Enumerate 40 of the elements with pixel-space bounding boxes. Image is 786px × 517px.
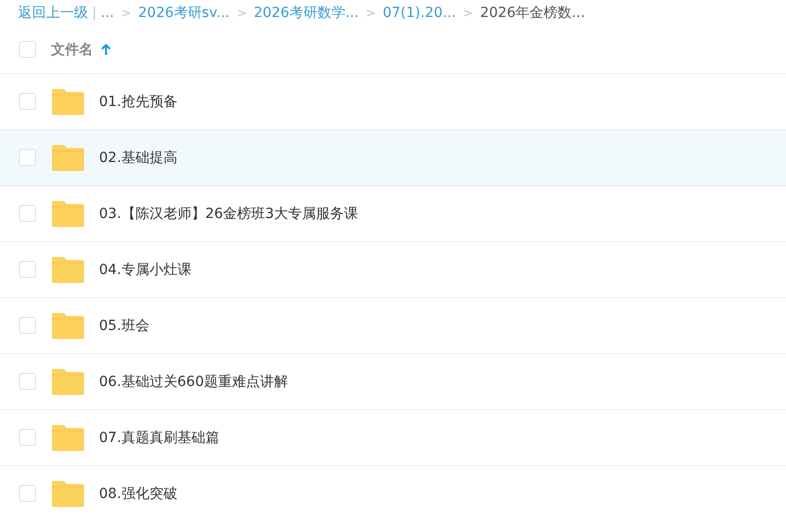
breadcrumb-separator: > bbox=[236, 6, 247, 20]
folder-name[interactable]: 07.真题真刷基础篇 bbox=[99, 428, 220, 446]
folder-icon bbox=[51, 200, 85, 227]
folder-icon bbox=[51, 256, 85, 283]
breadcrumb-separator: > bbox=[366, 6, 376, 20]
breadcrumb-separator: > bbox=[121, 6, 132, 20]
folder-icon bbox=[51, 368, 85, 395]
checkbox[interactable] bbox=[19, 429, 36, 446]
checkbox[interactable] bbox=[19, 485, 36, 502]
folder-name[interactable]: 06.基础过关660题重难点讲解 bbox=[99, 372, 288, 390]
checkbox[interactable] bbox=[19, 261, 36, 278]
folder-name[interactable]: 08.强化突破 bbox=[99, 484, 178, 502]
arrow-up-icon[interactable] bbox=[101, 44, 111, 56]
file-row[interactable]: 06.基础过关660题重难点讲解 bbox=[0, 354, 786, 410]
file-row[interactable]: 03.【陈汉老师】26金榜班3大专属服务课 bbox=[0, 186, 786, 242]
folder-icon bbox=[51, 312, 85, 339]
folder-name[interactable]: 02.基础提高 bbox=[99, 148, 178, 166]
breadcrumb-separator: > bbox=[463, 6, 474, 20]
folder-name[interactable]: 04.专属小灶课 bbox=[99, 260, 192, 278]
checkbox[interactable] bbox=[19, 205, 36, 222]
file-row[interactable]: 04.专属小灶课 bbox=[0, 242, 786, 298]
folder-icon bbox=[51, 88, 85, 115]
folder-name[interactable]: 05.班会 bbox=[99, 316, 150, 334]
file-row[interactable]: 07.真题真刷基础篇 bbox=[0, 410, 786, 466]
folder-icon bbox=[51, 424, 85, 451]
checkbox[interactable] bbox=[19, 41, 36, 58]
file-row[interactable]: 05.班会 bbox=[0, 298, 786, 354]
file-row[interactable]: 02.基础提高 bbox=[0, 130, 786, 186]
breadcrumb-divider: | bbox=[92, 5, 97, 21]
breadcrumb-current: 2026年金榜数... bbox=[480, 4, 586, 22]
file-row[interactable]: 08.强化突破 bbox=[0, 466, 786, 517]
column-header[interactable]: 文件名 bbox=[51, 40, 93, 58]
folder-icon bbox=[51, 480, 85, 507]
checkbox[interactable] bbox=[19, 149, 36, 166]
checkbox[interactable] bbox=[19, 93, 36, 110]
checkbox[interactable] bbox=[19, 317, 36, 334]
folder-name[interactable]: 03.【陈汉老师】26金榜班3大专属服务课 bbox=[99, 204, 358, 222]
folder-name[interactable]: 01.抢先预备 bbox=[99, 92, 178, 110]
checkbox[interactable] bbox=[19, 373, 36, 390]
folder-icon bbox=[51, 144, 85, 171]
